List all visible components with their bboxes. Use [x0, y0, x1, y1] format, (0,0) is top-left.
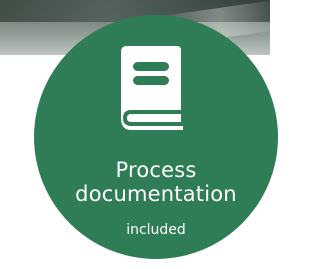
badge-subtitle: included — [126, 222, 186, 238]
badge-title-line2: documentation — [75, 182, 237, 206]
book-icon — [121, 46, 183, 130]
badge-title-line1: Process — [115, 158, 197, 182]
